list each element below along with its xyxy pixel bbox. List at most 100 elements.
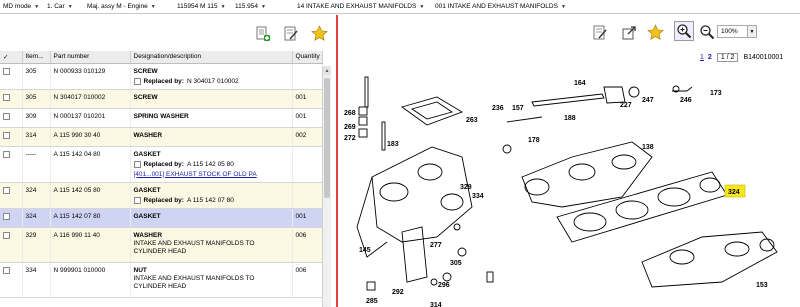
chevron-down-icon: ▼ xyxy=(34,3,40,10)
row-checkbox[interactable] xyxy=(3,186,10,194)
page-1-link[interactable]: 1 xyxy=(700,54,704,61)
item-cell: 305 xyxy=(22,63,51,90)
svg-text:292: 292 xyxy=(392,289,404,296)
add-to-list-icon[interactable] xyxy=(254,25,272,43)
scroll-up-icon[interactable]: ▲ xyxy=(323,66,331,75)
description-text: SCREW xyxy=(133,67,158,75)
quantity-cell: 001 xyxy=(292,208,323,228)
description-cell: SPRING WASHER xyxy=(130,108,293,128)
chevron-down-icon: ▼ xyxy=(261,3,266,10)
notes-icon[interactable] xyxy=(591,24,609,42)
replacement-checkbox[interactable] xyxy=(133,161,141,168)
row-checkbox-cell xyxy=(0,63,23,90)
table-row[interactable]: 305 N 304017 010002 SCREW 001 xyxy=(0,89,323,109)
description-note: CYLINDER HEAD xyxy=(133,282,187,290)
replaced-label: Replaced by: xyxy=(143,77,184,85)
zoom-select[interactable]: 100% ▼ xyxy=(717,25,757,38)
row-checkbox[interactable] xyxy=(3,67,10,75)
table-row[interactable]: 314 A 115 990 30 40 WASHER 002 xyxy=(0,127,323,147)
breadcrumb-mode[interactable]: MD mode ▼ xyxy=(0,0,44,14)
replaced-label: Replaced by: xyxy=(143,160,184,168)
quantity-cell xyxy=(292,146,323,183)
stock-info-link[interactable]: [401...001] EXHAUST STOCK OF OLD PA xyxy=(134,171,290,179)
row-checkbox-cell xyxy=(0,208,23,228)
row-checkbox[interactable] xyxy=(3,112,10,120)
breadcrumb-subgroup[interactable]: 001 INTAKE AND EXHAUST MANIFOLDS ▼ xyxy=(432,0,582,14)
item-cell: 305 xyxy=(22,89,51,109)
column-header-item[interactable]: Item... xyxy=(22,51,51,64)
open-window-icon[interactable] xyxy=(620,24,638,42)
svg-text:268: 268 xyxy=(344,110,356,117)
part-number-cell: N 000933 010129 xyxy=(50,63,131,90)
breadcrumb-engine[interactable]: 115954 M 115 ▼ xyxy=(174,0,232,14)
breadcrumb-vehicle[interactable]: 1. Car ▼ xyxy=(44,0,84,14)
row-checkbox[interactable] xyxy=(3,231,10,239)
replaced-by: Replaced by: A 115 142 05 80 xyxy=(133,160,290,169)
table-row[interactable]: 305 N 000933 010129 SCREW Replaced by: N … xyxy=(0,63,323,90)
breadcrumb-group[interactable]: 14 INTAKE AND EXHAUST MANIFOLDS ▼ xyxy=(294,0,432,14)
table-row[interactable]: ----- A 115 142 04 80 GASKET Replaced by… xyxy=(0,146,323,183)
row-checkbox[interactable] xyxy=(3,266,10,274)
row-checkbox-cell xyxy=(0,108,23,128)
description-cell: SCREW xyxy=(130,89,293,109)
svg-text:173: 173 xyxy=(710,90,722,97)
description-text: SPRING WASHER xyxy=(133,112,189,120)
favorite-star-icon[interactable] xyxy=(646,23,664,41)
row-checkbox-cell xyxy=(0,262,23,298)
table-row[interactable]: 309 N 000137 010201 SPRING WASHER 001 xyxy=(0,108,323,128)
pane-splitter[interactable] xyxy=(336,15,338,307)
table-row[interactable]: 334 N 999901 010000 NUT INTAKE AND EXHAU… xyxy=(0,262,323,298)
item-cell: 309 xyxy=(22,108,51,128)
part-number-cell: A 115 142 05 80 xyxy=(50,182,131,209)
svg-text:164: 164 xyxy=(574,80,586,87)
svg-text:178: 178 xyxy=(528,137,540,144)
breadcrumb-engine-code[interactable]: 115.954 ▼ xyxy=(232,0,294,14)
column-header-check[interactable]: ✓ xyxy=(0,51,23,64)
chevron-down-icon: ▼ xyxy=(419,3,425,10)
description-text: NUT xyxy=(133,266,147,274)
row-checkbox-cell xyxy=(0,182,23,209)
row-checkbox[interactable] xyxy=(3,93,10,101)
column-header-part-number[interactable]: Part number xyxy=(50,51,131,64)
quantity-cell: 001 xyxy=(292,108,323,128)
replacement-checkbox[interactable] xyxy=(133,78,141,85)
breadcrumb-label: 001 INTAKE AND EXHAUST MANIFOLDS xyxy=(435,3,558,10)
description-note: CYLINDER HEAD xyxy=(133,247,187,255)
row-checkbox[interactable] xyxy=(3,131,10,139)
table-header: ✓ Item... Part number Designation/descri… xyxy=(0,51,323,64)
svg-text:305: 305 xyxy=(450,260,462,267)
svg-text:227: 227 xyxy=(620,102,632,109)
favorite-star-icon[interactable] xyxy=(310,24,328,42)
exploded-view-diagram: 268 269 272 263 236 157 188 164 247 227 … xyxy=(344,76,778,307)
column-header-quantity[interactable]: Quantity xyxy=(292,51,323,64)
description-cell: SCREW Replaced by: N 304017 010002 xyxy=(130,63,293,90)
parts-list-pane: ✓ Item... Part number Designation/descri… xyxy=(0,15,331,307)
notes-icon[interactable] xyxy=(282,25,300,43)
breadcrumb-assembly[interactable]: Maj. assy M - Engine ▼ xyxy=(84,0,174,14)
quantity-cell xyxy=(292,182,323,209)
svg-text:153: 153 xyxy=(756,282,768,289)
description-text: GASKET xyxy=(133,186,161,194)
column-header-description[interactable]: Designation/description xyxy=(130,51,293,64)
replacement-checkbox[interactable] xyxy=(133,197,141,204)
svg-text:246: 246 xyxy=(680,97,692,104)
replaced-part-number: N 304017 010002 xyxy=(186,77,239,85)
breadcrumb-label: MD mode xyxy=(3,3,32,10)
breadcrumb-label: 14 INTAKE AND EXHAUST MANIFOLDS xyxy=(297,3,417,10)
parts-drawing[interactable]: 268 269 272 263 236 157 188 164 247 227 … xyxy=(342,67,800,307)
row-checkbox-cell xyxy=(0,227,23,263)
replaced-by: Replaced by: A 115 142 07 80 xyxy=(133,197,290,205)
table-row-selected[interactable]: 324 A 115 142 07 80 GASKET 001 xyxy=(0,208,323,228)
zoom-out-icon[interactable] xyxy=(698,23,716,41)
parts-list-scrollbar[interactable]: ▲ ▼ xyxy=(322,66,331,307)
table-row[interactable]: 324 A 115 142 05 80 GASKET Replaced by: A… xyxy=(0,182,323,209)
row-checkbox[interactable] xyxy=(3,212,10,220)
zoom-in-icon[interactable] xyxy=(674,21,694,41)
table-row[interactable]: 329 A 116 990 11 40 WASHER INTAKE AND EX… xyxy=(0,227,323,263)
page-2-link[interactable]: 2 xyxy=(708,54,712,61)
parts-table: ✓ Item... Part number Designation/descri… xyxy=(0,51,323,298)
quantity-cell: 002 xyxy=(292,127,323,147)
scrollbar-thumb[interactable] xyxy=(324,78,330,198)
row-checkbox[interactable] xyxy=(3,150,10,158)
item-cell: 329 xyxy=(22,227,51,263)
